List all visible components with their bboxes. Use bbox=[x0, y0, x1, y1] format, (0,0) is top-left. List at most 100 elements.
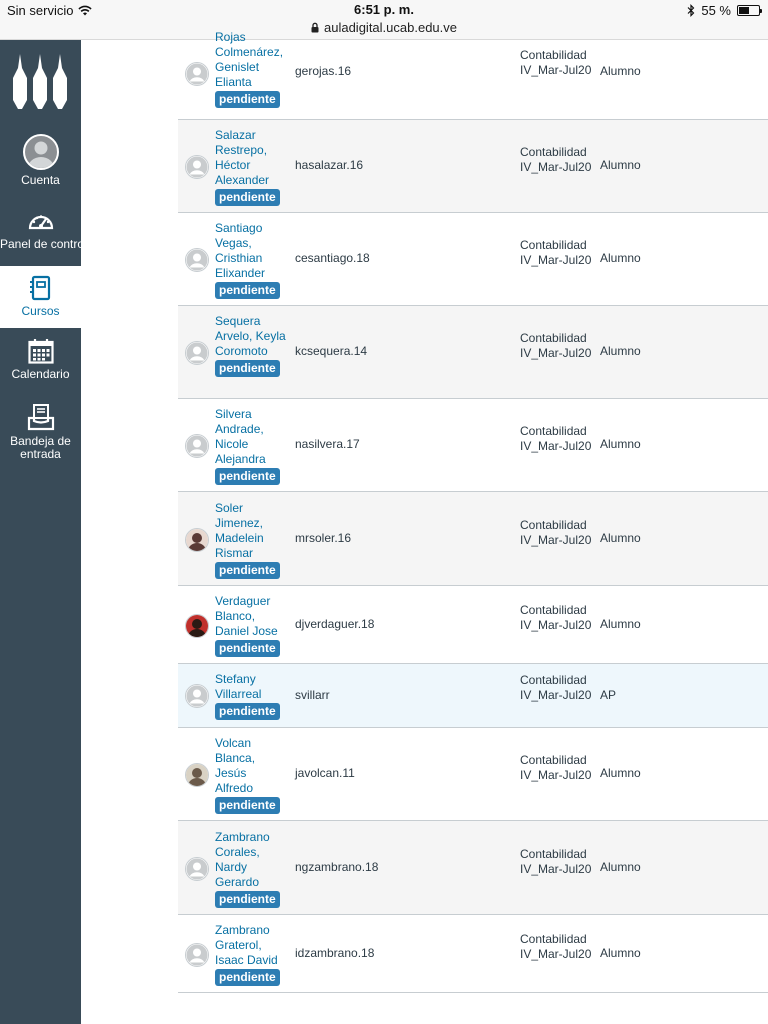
role-cell: AP bbox=[600, 688, 617, 702]
section-cell: Contabilidad IV_Mar-Jul20 bbox=[520, 603, 592, 632]
role-cell: Alumno bbox=[600, 617, 641, 631]
student-name-cell: Zambrano Graterol, Isaac David pendiente bbox=[215, 923, 287, 986]
student-name-cell: Zambrano Corales, Nardy Gerardo pendiente bbox=[215, 830, 287, 908]
section-cell: Contabilidad IV_Mar-Jul20 bbox=[520, 48, 592, 77]
pending-status-badge: pendiente bbox=[215, 969, 280, 986]
user-photo-avatar[interactable] bbox=[185, 528, 209, 552]
calendar-icon bbox=[27, 339, 54, 364]
student-name-link[interactable]: Zambrano Graterol, Isaac David bbox=[215, 923, 287, 968]
login-id-cell: djverdaguer.18 bbox=[295, 617, 375, 631]
dashboard-icon bbox=[28, 215, 53, 230]
login-id-cell: gerojas.16 bbox=[295, 64, 352, 78]
student-name-link[interactable]: Salazar Restrepo, Héctor Alexander bbox=[215, 128, 287, 188]
table-row: Soler Jimenez, Madelein Rismar pendiente m… bbox=[178, 492, 768, 586]
role-cell: Alumno bbox=[600, 437, 641, 451]
table-row: Volcan Blanca, Jesús Alfredo pendiente jav… bbox=[178, 728, 768, 821]
login-id-cell: hasalazar.16 bbox=[295, 158, 364, 172]
default-avatar-icon[interactable] bbox=[185, 248, 209, 272]
account-avatar-icon bbox=[22, 134, 59, 170]
section-cell: Contabilidad IV_Mar-Jul20 bbox=[520, 673, 592, 702]
logo-towers-icon bbox=[13, 54, 67, 109]
people-roster: Rojas Colmenárez, Genislet Elianta pendie… bbox=[81, 30, 768, 1024]
default-avatar-icon[interactable] bbox=[185, 684, 209, 708]
pending-status-badge: pendiente bbox=[215, 703, 280, 720]
student-name-cell: Silvera Andrade, Nicole Alejandra pendien… bbox=[215, 407, 287, 485]
nav-account-label: Cuenta bbox=[21, 173, 60, 187]
student-name-link[interactable]: Sequera Arvelo, Keyla Coromoto bbox=[215, 314, 287, 359]
nav-courses[interactable]: Cursos bbox=[0, 266, 81, 328]
table-row: Verdaguer Blanco, Daniel Jose pendiente dj… bbox=[178, 586, 768, 664]
login-id-cell: nasilvera.17 bbox=[295, 437, 360, 451]
login-id-cell: mrsoler.16 bbox=[295, 531, 352, 545]
pending-status-badge: pendiente bbox=[215, 91, 280, 108]
pending-status-badge: pendiente bbox=[215, 360, 280, 377]
student-name-link[interactable]: Soler Jimenez, Madelein Rismar bbox=[215, 501, 287, 561]
role-cell: Alumno bbox=[600, 158, 641, 172]
student-name-link[interactable]: Verdaguer Blanco, Daniel Jose bbox=[215, 594, 287, 639]
default-avatar-icon[interactable] bbox=[185, 857, 209, 881]
battery-status: 55 % bbox=[687, 3, 762, 18]
role-cell: Alumno bbox=[600, 344, 641, 358]
default-avatar-icon[interactable] bbox=[185, 155, 209, 179]
section-cell: Contabilidad IV_Mar-Jul20 bbox=[520, 518, 592, 547]
pending-status-badge: pendiente bbox=[215, 562, 280, 579]
battery-percent: 55 % bbox=[701, 3, 731, 18]
student-name-link[interactable]: Zambrano Corales, Nardy Gerardo bbox=[215, 830, 287, 890]
student-name-link[interactable]: Stefany Villarreal bbox=[215, 672, 287, 702]
battery-level bbox=[739, 7, 750, 14]
section-cell: Contabilidad IV_Mar-Jul20 bbox=[520, 932, 592, 961]
student-name-link[interactable]: Santiago Vegas, Cristhian Elixander bbox=[215, 221, 287, 281]
section-cell: Contabilidad IV_Mar-Jul20 bbox=[520, 145, 592, 174]
student-name-link[interactable]: Silvera Andrade, Nicole Alejandra bbox=[215, 407, 287, 467]
nav-inbox[interactable]: Bandeja de entrada bbox=[0, 403, 81, 465]
pending-status-badge: pendiente bbox=[215, 282, 280, 299]
role-cell: Alumno bbox=[600, 251, 641, 265]
role-cell: Alumno bbox=[600, 531, 641, 545]
table-row: Stefany Villarreal pendiente svillarr Conta… bbox=[178, 664, 768, 728]
role-cell: Alumno bbox=[600, 766, 641, 780]
nav-calendar-label: Calendario bbox=[11, 367, 70, 381]
pending-status-badge: pendiente bbox=[215, 189, 280, 206]
table-row: Zambrano Graterol, Isaac David pendiente i… bbox=[178, 915, 768, 993]
nav-account[interactable]: Cuenta bbox=[0, 134, 81, 194]
section-cell: Contabilidad IV_Mar-Jul20 bbox=[520, 424, 592, 453]
student-name-cell: Sequera Arvelo, Keyla Coromoto pendiente bbox=[215, 314, 287, 377]
ucab-logo[interactable] bbox=[10, 52, 70, 119]
role-cell: Alumno bbox=[600, 64, 641, 78]
section-cell: Contabilidad IV_Mar-Jul20 bbox=[520, 753, 592, 782]
nav-dashboard[interactable]: Panel de control bbox=[0, 210, 87, 260]
user-photo-avatar[interactable] bbox=[185, 763, 209, 787]
section-cell: Contabilidad IV_Mar-Jul20 bbox=[520, 238, 592, 267]
clock: 6:51 p. m. bbox=[354, 2, 414, 17]
default-avatar-icon[interactable] bbox=[185, 62, 209, 86]
default-avatar-icon[interactable] bbox=[185, 434, 209, 458]
nav-inbox-label: Bandeja de entrada bbox=[10, 434, 71, 461]
user-photo-avatar[interactable] bbox=[185, 614, 209, 638]
bluetooth-icon bbox=[687, 4, 695, 17]
section-cell: Contabilidad IV_Mar-Jul20 bbox=[520, 331, 592, 360]
default-avatar-icon[interactable] bbox=[185, 341, 209, 365]
table-row: Santiago Vegas, Cristhian Elixander pendi… bbox=[178, 213, 768, 306]
table-row: Zambrano Corales, Nardy Gerardo pendiente… bbox=[178, 821, 768, 915]
section-cell: Contabilidad IV_Mar-Jul20 bbox=[520, 847, 592, 876]
table-row: Sequera Arvelo, Keyla Coromoto pendiente k… bbox=[178, 306, 768, 399]
nav-courses-label: Cursos bbox=[21, 304, 60, 318]
pending-status-badge: pendiente bbox=[215, 891, 280, 908]
nav-dashboard-label: Panel de control bbox=[0, 237, 87, 251]
default-avatar-icon[interactable] bbox=[185, 943, 209, 967]
pending-status-badge: pendiente bbox=[215, 640, 280, 657]
student-name-cell: Salazar Restrepo, Héctor Alexander pendie… bbox=[215, 128, 287, 206]
login-id-cell: svillarr bbox=[295, 688, 330, 702]
student-name-link[interactable]: Volcan Blanca, Jesús Alfredo bbox=[215, 736, 287, 796]
table-row: Rojas Colmenárez, Genislet Elianta pendie… bbox=[178, 30, 768, 120]
student-name-link[interactable]: Rojas Colmenárez, Genislet Elianta bbox=[215, 30, 287, 90]
student-name-cell: Santiago Vegas, Cristhian Elixander pendi… bbox=[215, 221, 287, 299]
nav-calendar[interactable]: Calendario bbox=[0, 338, 81, 388]
table-row: Salazar Restrepo, Héctor Alexander pendie… bbox=[178, 120, 768, 213]
courses-icon bbox=[29, 275, 50, 301]
login-id-cell: kcsequera.14 bbox=[295, 344, 368, 358]
student-name-cell: Verdaguer Blanco, Daniel Jose pendiente bbox=[215, 594, 287, 657]
login-id-cell: idzambrano.18 bbox=[295, 946, 375, 960]
inbox-icon bbox=[27, 404, 54, 431]
pending-status-badge: pendiente bbox=[215, 468, 280, 485]
